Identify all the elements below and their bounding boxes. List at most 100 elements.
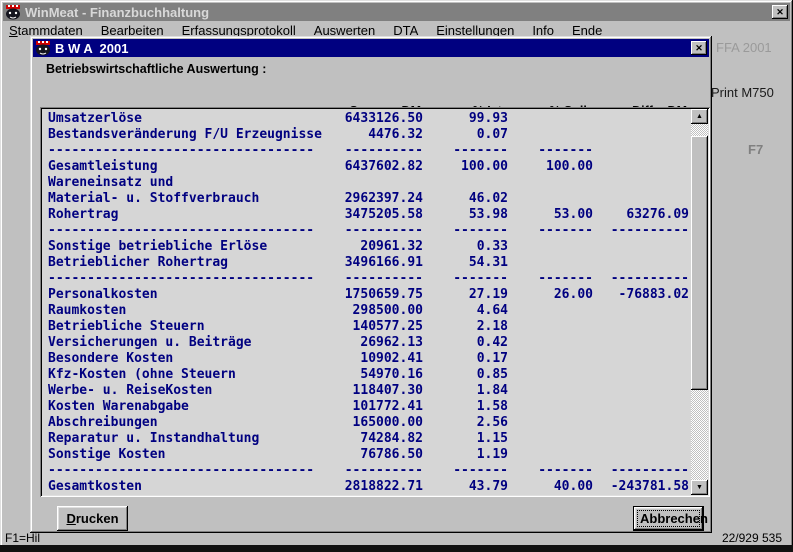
row-value [593,127,689,143]
cancel-button[interactable]: Abbrechen [633,506,704,531]
table-row[interactable]: Raumkosten298500.004.64 [48,303,689,319]
bwa-dialog: B W A 2001 ✕ Betriebswirtschaftliche Aus… [30,36,712,533]
table-row[interactable]: Reparatur u. Instandhaltung74284.821.15 [48,431,689,447]
table-row[interactable]: Sonstige betriebliche Erlöse20961.320.33 [48,239,689,255]
row-value [593,191,689,207]
row-value: ---------- [593,223,689,239]
row-label: Raumkosten [48,303,333,319]
window-close-button[interactable]: ✕ [772,5,788,19]
row-value [508,175,593,191]
row-value [508,367,593,383]
row-value [593,239,689,255]
row-value: 53.98 [423,207,508,223]
row-value: 4476.32 [333,127,423,143]
row-value [593,351,689,367]
row-label: Wareneinsatz und [48,175,333,191]
row-value: 101772.41 [333,399,423,415]
row-label: Umsatzerlöse [48,111,333,127]
row-value: 3475205.58 [333,207,423,223]
row-value: 54.31 [423,255,508,271]
row-value [508,399,593,415]
table-row[interactable]: Kosten Warenabgabe101772.411.58 [48,399,689,415]
dialog-icon [35,40,51,56]
dialog-titlebar: B W A 2001 ✕ [33,39,709,57]
row-value: 140577.25 [333,319,423,335]
row-label: Kosten Warenabgabe [48,399,333,415]
table-row[interactable]: Personalkosten1750659.7527.1926.00-76883… [48,287,689,303]
row-value [508,351,593,367]
row-value: 63276.09 [593,207,689,223]
table-row[interactable]: ----------------------------------------… [48,463,689,479]
row-value [593,335,689,351]
row-value [508,239,593,255]
table-row[interactable]: Rohertrag3475205.5853.9853.0063276.09 [48,207,689,223]
status-help-hint: F1=Hil [5,531,40,545]
table-row[interactable]: Abschreibungen165000.002.56 [48,415,689,431]
row-value: 118407.30 [333,383,423,399]
scroll-up-button[interactable]: ▲ [691,109,708,124]
row-value: -76883.02 [593,287,689,303]
table-row[interactable]: Umsatzerlöse6433126.5099.93 [48,111,689,127]
row-label: ---------------------------------- [48,271,333,287]
row-label: ---------------------------------- [48,463,333,479]
scroll-down-button[interactable]: ▼ [691,480,708,495]
row-value: 74284.82 [333,431,423,447]
row-label: Personalkosten [48,287,333,303]
table-row[interactable]: Werbe- u. ReiseKosten118407.301.84 [48,383,689,399]
app-icon [5,4,21,20]
vertical-scrollbar[interactable]: ▲ ▼ [691,109,708,495]
row-value [593,143,689,159]
row-value: 54970.16 [333,367,423,383]
table-row[interactable]: Bestandsveränderung F/U Erzeugnisse4476.… [48,127,689,143]
table-row[interactable]: Betrieblicher Rohertrag3496166.9154.31 [48,255,689,271]
table-row[interactable]: ----------------------------------------… [48,271,689,287]
row-value: 53.00 [508,207,593,223]
row-label: Werbe- u. ReiseKosten [48,383,333,399]
row-value [508,335,593,351]
row-label: Sonstige Kosten [48,447,333,463]
scroll-thumb[interactable] [691,136,708,390]
row-value [593,431,689,447]
row-value: 100.00 [508,159,593,175]
table-row[interactable]: Material- u. Stoffverbrauch2962397.2446.… [48,191,689,207]
row-value [593,159,689,175]
row-value: -243781.58 [593,479,689,495]
row-value [593,303,689,319]
row-value: ------- [508,463,593,479]
row-label: Besondere Kosten [48,351,333,367]
row-value [593,383,689,399]
row-value: 26962.13 [333,335,423,351]
report-list: Umsatzerlöse6433126.5099.93Bestandsverän… [40,107,710,497]
row-label: Betriebliche Steuern [48,319,333,335]
table-row[interactable]: Gesamtleistung6437602.82100.00100.00 [48,159,689,175]
row-value: 4.64 [423,303,508,319]
dialog-close-button[interactable]: ✕ [691,41,707,55]
row-value: 99.93 [423,111,508,127]
table-row[interactable]: ----------------------------------------… [48,223,689,239]
table-row[interactable]: Betriebliche Steuern140577.252.18 [48,319,689,335]
table-row[interactable]: Sonstige Kosten76786.501.19 [48,447,689,463]
row-value [423,175,508,191]
row-value: ---------- [333,271,423,287]
row-value: 1.19 [423,447,508,463]
dialog-title: B W A 2001 [55,41,128,56]
table-row[interactable]: Wareneinsatz und [48,175,689,191]
table-row[interactable]: Besondere Kosten10902.410.17 [48,351,689,367]
table-row[interactable]: Gesamtkosten2818822.7143.7940.00-243781.… [48,479,689,495]
row-label: Material- u. Stoffverbrauch [48,191,333,207]
row-label: Abschreibungen [48,415,333,431]
row-value [593,415,689,431]
row-value: 3496166.91 [333,255,423,271]
row-value: ------- [508,223,593,239]
row-value: 298500.00 [333,303,423,319]
row-label: Betrieblicher Rohertrag [48,255,333,271]
row-value: 27.19 [423,287,508,303]
status-bar: F1=Hil 22/929 535 [3,531,790,545]
window-title: WinMeat - Finanzbuchhaltung [25,5,209,20]
table-row[interactable]: Kfz-Kosten (ohne Steuern54970.160.85 [48,367,689,383]
table-row[interactable]: Versicherungen u. Beiträge26962.130.42 [48,335,689,351]
row-value: 40.00 [508,479,593,495]
row-value: ---------- [593,271,689,287]
table-row[interactable]: ----------------------------------------… [48,143,689,159]
print-button[interactable]: Drucken [57,506,128,531]
